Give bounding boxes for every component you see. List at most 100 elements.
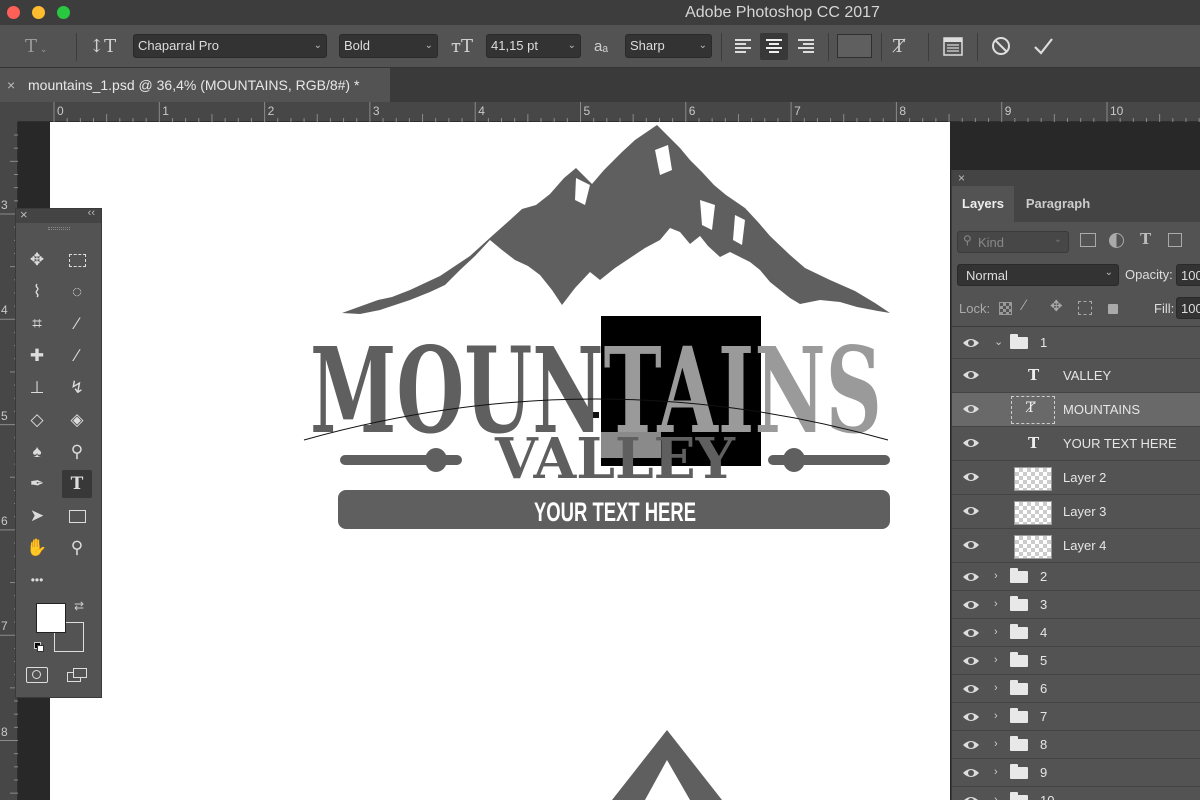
collapse-panel-icon[interactable]: ‹‹ bbox=[88, 207, 95, 219]
tools-panel-header[interactable]: × ‹‹ bbox=[16, 207, 101, 223]
paint-bucket-tool-icon[interactable]: ◈ bbox=[62, 406, 92, 434]
zoom-tool-icon[interactable]: ⚲ bbox=[62, 534, 92, 562]
character-panel-button[interactable] bbox=[941, 34, 965, 58]
valley-text[interactable]: VALLEY bbox=[494, 426, 736, 492]
eye-icon[interactable] bbox=[962, 626, 980, 640]
cancel-edits-button[interactable] bbox=[989, 34, 1013, 58]
dodge-tool-icon[interactable]: ⚲ bbox=[62, 438, 92, 466]
tab-layers[interactable]: Layers bbox=[952, 186, 1014, 222]
chevron-right-icon[interactable]: › bbox=[994, 591, 998, 618]
filter-shape-icon[interactable] bbox=[1168, 233, 1182, 247]
quick-mask-icon[interactable] bbox=[26, 667, 48, 683]
eye-icon[interactable] bbox=[962, 570, 980, 584]
pen-tool-icon[interactable]: ✒ bbox=[22, 470, 52, 498]
lock-position-icon[interactable]: ✥ bbox=[1050, 297, 1063, 315]
layer-group-row[interactable]: › 5 bbox=[952, 647, 1200, 675]
eye-icon[interactable] bbox=[962, 794, 980, 800]
layer-group-row[interactable]: › 8 bbox=[952, 731, 1200, 759]
antialias-dropdown[interactable]: Sharp ⌄ bbox=[625, 34, 712, 58]
healing-brush-tool-icon[interactable]: ✚ bbox=[22, 342, 52, 370]
type-tool-icon[interactable]: T bbox=[62, 470, 92, 498]
layer-filter-dropdown[interactable]: ⚲ Kind ⌄ bbox=[957, 231, 1069, 253]
chevron-right-icon[interactable]: › bbox=[994, 703, 998, 730]
banner-text[interactable]: YOUR TEXT HERE bbox=[534, 497, 696, 527]
filter-type-icon[interactable]: T bbox=[1140, 230, 1151, 248]
type-tool-preset-icon[interactable]: T ⌄ bbox=[25, 25, 47, 72]
crop-tool-icon[interactable]: ⌗ bbox=[22, 310, 52, 338]
brush-tool-icon[interactable]: ∕ bbox=[62, 342, 92, 370]
layer-group-row[interactable]: › 6 bbox=[952, 675, 1200, 703]
lock-transparent-icon[interactable] bbox=[999, 302, 1012, 315]
document-canvas[interactable]: MOUNTAINS VALLEY YOUR TEXT HERE bbox=[50, 122, 950, 800]
chevron-right-icon[interactable]: › bbox=[994, 647, 998, 674]
eye-icon[interactable] bbox=[962, 538, 980, 552]
commit-edits-button[interactable] bbox=[1031, 34, 1055, 58]
swap-colors-icon[interactable]: ⇄ bbox=[74, 599, 84, 613]
default-colors-icon[interactable] bbox=[34, 642, 44, 652]
eye-icon[interactable] bbox=[962, 710, 980, 724]
eye-icon[interactable] bbox=[962, 598, 980, 612]
layer-row-selected[interactable]: Ⱦ MOUNTAINS bbox=[952, 393, 1200, 427]
eye-icon[interactable] bbox=[962, 470, 980, 484]
chevron-right-icon[interactable]: › bbox=[994, 675, 998, 702]
layer-group-row[interactable]: ⌄ 1 bbox=[952, 327, 1200, 359]
eye-icon[interactable] bbox=[962, 682, 980, 696]
eraser-tool-icon[interactable]: ◇ bbox=[22, 406, 52, 434]
more-tools-icon[interactable]: ••• bbox=[22, 566, 52, 594]
layer-row[interactable]: Layer 2 bbox=[952, 461, 1200, 495]
eye-icon[interactable] bbox=[962, 738, 980, 752]
layer-row[interactable]: Layer 4 bbox=[952, 529, 1200, 563]
layer-row[interactable]: T VALLEY bbox=[952, 359, 1200, 393]
quick-selection-tool-icon[interactable]: ◌ bbox=[62, 278, 92, 306]
foreground-color-swatch[interactable] bbox=[36, 603, 66, 633]
eye-icon[interactable] bbox=[962, 654, 980, 668]
path-selection-tool-icon[interactable]: ➤ bbox=[22, 502, 52, 530]
layer-group-row[interactable]: › 4 bbox=[952, 619, 1200, 647]
clone-stamp-tool-icon[interactable]: ⊥ bbox=[22, 374, 52, 402]
close-panel-icon[interactable]: × bbox=[958, 170, 965, 186]
eye-icon[interactable] bbox=[962, 504, 980, 518]
layer-row[interactable]: Layer 3 bbox=[952, 495, 1200, 529]
chevron-right-icon[interactable]: › bbox=[994, 619, 998, 646]
blur-tool-icon[interactable]: ♠ bbox=[22, 438, 52, 466]
eye-icon[interactable] bbox=[962, 766, 980, 780]
layer-group-row[interactable]: › 2 bbox=[952, 563, 1200, 591]
chevron-right-icon[interactable]: › bbox=[994, 563, 998, 590]
chevron-right-icon[interactable]: › bbox=[994, 787, 998, 800]
layer-group-row[interactable]: › 10 bbox=[952, 787, 1200, 800]
layer-group-row[interactable]: › 3 bbox=[952, 591, 1200, 619]
screen-mode-icon[interactable] bbox=[67, 668, 89, 683]
fill-field[interactable]: 100 bbox=[1176, 297, 1200, 319]
lock-image-icon[interactable]: ∕ bbox=[1023, 297, 1026, 314]
tab-paragraph[interactable]: Paragraph bbox=[1014, 186, 1102, 222]
filter-adjustment-icon[interactable] bbox=[1109, 233, 1124, 248]
eyedropper-tool-icon[interactable]: ⁄ bbox=[62, 310, 92, 338]
eye-icon[interactable] bbox=[962, 336, 980, 350]
text-color-swatch[interactable] bbox=[837, 34, 872, 58]
hand-tool-icon[interactable]: ✋ bbox=[22, 534, 52, 562]
chevron-down-icon[interactable]: ⌄ bbox=[994, 327, 1003, 358]
font-size-dropdown[interactable]: 41,15 pt ⌄ bbox=[486, 34, 581, 58]
history-brush-tool-icon[interactable]: ↯ bbox=[62, 374, 92, 402]
font-family-dropdown[interactable]: Chaparral Pro ⌄ bbox=[133, 34, 327, 58]
eye-icon[interactable] bbox=[962, 402, 980, 416]
lock-artboard-icon[interactable] bbox=[1078, 301, 1092, 315]
warp-text-icon[interactable]: Ⱦ bbox=[893, 25, 905, 68]
font-style-dropdown[interactable]: Bold ⌄ bbox=[339, 34, 438, 58]
close-tab-icon[interactable]: × bbox=[7, 68, 15, 102]
align-right-button[interactable] bbox=[793, 33, 819, 60]
rectangle-tool-icon[interactable] bbox=[62, 502, 92, 530]
marquee-tool-icon[interactable] bbox=[62, 246, 92, 274]
blend-mode-dropdown[interactable]: Normal ⌄ bbox=[957, 264, 1119, 286]
layer-group-row[interactable]: › 9 bbox=[952, 759, 1200, 787]
lasso-tool-icon[interactable]: ⌇ bbox=[22, 278, 52, 306]
lock-all-icon[interactable] bbox=[1108, 304, 1118, 314]
move-tool-icon[interactable]: ✥ bbox=[22, 246, 52, 274]
close-panel-icon[interactable]: × bbox=[20, 207, 28, 222]
align-left-button[interactable] bbox=[730, 33, 756, 60]
document-tab[interactable]: × mountains_1.psd @ 36,4% (MOUNTAINS, RG… bbox=[0, 68, 390, 102]
filter-pixel-icon[interactable] bbox=[1080, 233, 1096, 247]
opacity-field[interactable]: 100 bbox=[1176, 264, 1200, 286]
horizontal-ruler[interactable]: 0 1 2 3 4 5 6 7 8 9 10 bbox=[18, 102, 1200, 122]
layer-group-row[interactable]: › 7 bbox=[952, 703, 1200, 731]
